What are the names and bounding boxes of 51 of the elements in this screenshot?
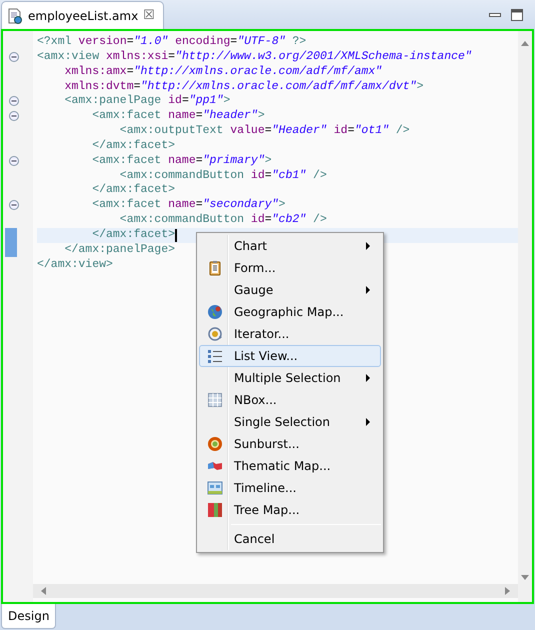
menu-item[interactable]: Gauge — [199, 279, 381, 301]
scroll-up-icon[interactable] — [521, 41, 529, 46]
timeline-icon — [207, 480, 223, 496]
code-line: <amx:facet name="secondary"> — [92, 198, 286, 214]
code-line: </amx:view> — [37, 258, 113, 272]
menu-item[interactable]: Iterator... — [199, 323, 381, 345]
menu-item[interactable]: Single Selection — [199, 411, 381, 433]
code-line: <amx:view xmlns:xsi="http://www.w3.org/2001/XMLSchema-instance" — [37, 50, 472, 65]
code-line: </amx:facet> — [92, 183, 176, 198]
code-line: <?xml version="1.0" encoding="UTF-8" ?> — [37, 35, 306, 50]
editor-tab[interactable]: employeeList.amx ☒ — [1, 1, 164, 29]
code-line: xmlns:amx="http://xmlns.oracle.com/adf/mf/amx" — [64, 64, 382, 80]
ring-icon — [207, 436, 223, 452]
menu-item[interactable]: Geographic Map... — [199, 301, 381, 323]
menu-item[interactable]: Multiple Selection — [199, 367, 381, 389]
code-line: <amx:outputText value="Header" id="ot1" /> — [120, 124, 410, 139]
menu-item[interactable]: Thematic Map... — [199, 455, 381, 477]
clipboard-icon — [207, 260, 223, 276]
scroll-down-icon[interactable] — [521, 575, 529, 580]
grid-icon — [207, 392, 223, 408]
scroll-right-icon[interactable] — [505, 587, 510, 595]
menu-item[interactable]: Chart — [199, 235, 381, 257]
code-line: <amx:panelPage id="pp1"> — [64, 94, 230, 110]
code-line: </amx:facet> — [92, 138, 176, 154]
menu-item[interactable]: Sunburst... — [199, 433, 381, 455]
globe-icon — [207, 304, 223, 320]
list-icon — [207, 348, 223, 364]
maximize-icon[interactable] — [511, 9, 523, 21]
code-line: <amx:commandButton id="cb1" /> — [120, 168, 327, 184]
design-tab[interactable]: Design — [1, 604, 56, 629]
code-line: </amx:panelPage> — [64, 242, 176, 258]
code-line: <amx:facet name="primary"> — [92, 154, 272, 169]
code-line: <amx:facet name="header"> — [92, 109, 265, 124]
menu-item[interactable]: Timeline... — [199, 477, 381, 499]
close-icon[interactable]: ☒ — [143, 9, 155, 22]
text-cursor — [175, 228, 178, 242]
vertical-scrollbar[interactable] — [518, 31, 532, 602]
menu-item[interactable]: NBox... — [199, 389, 381, 411]
tab-title: employeeList.amx — [28, 8, 138, 24]
file-icon — [7, 8, 23, 24]
menu-item[interactable]: Form... — [199, 257, 381, 279]
scroll-left-icon[interactable] — [41, 587, 46, 595]
code-line: </amx:facet> — [92, 228, 176, 243]
menu-item[interactable]: Cancel — [199, 528, 381, 550]
iterator-icon — [207, 326, 223, 342]
treemap-icon — [207, 502, 223, 518]
code-line: <amx:commandButton id="cb2" /> — [120, 213, 327, 228]
code-line: xmlns:dvtm="http://xmlns.oracle.com/adf/mf/amx/dvt"> — [64, 80, 424, 94]
horizontal-scrollbar[interactable] — [33, 584, 518, 598]
menu-item[interactable]: Tree Map... — [199, 499, 381, 521]
menu-item[interactable]: List View... — [199, 345, 381, 367]
